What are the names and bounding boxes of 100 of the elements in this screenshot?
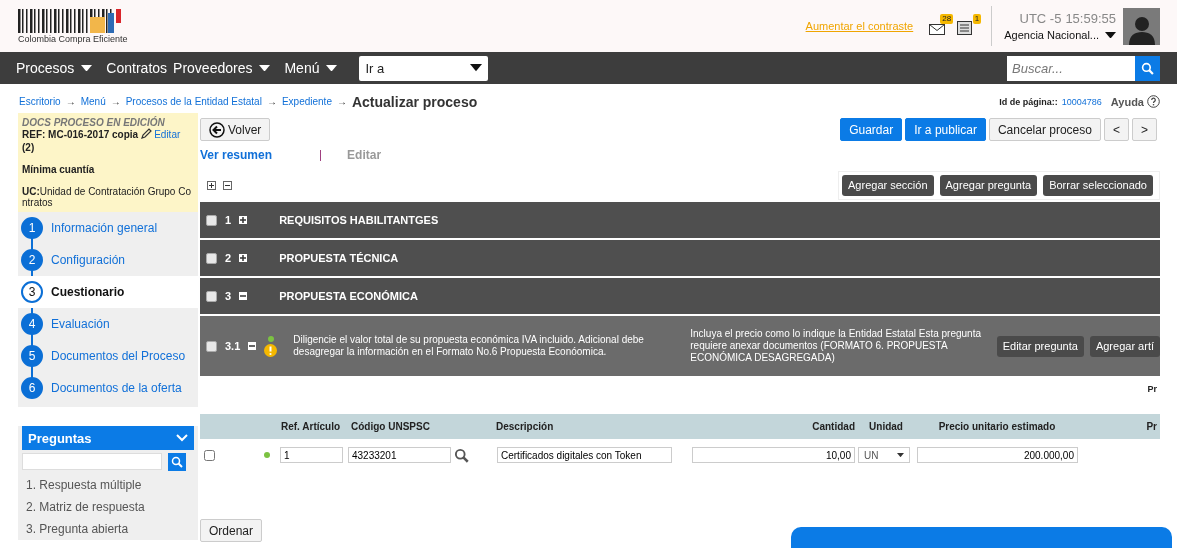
edit-link[interactable]: Editar [154,128,181,140]
step-number: 2 [21,249,43,271]
step-link[interactable]: 3 Cuestionario [18,276,198,308]
contracting-unit: UC:Unidad de Contratación Grupo Contratos [22,186,192,208]
reference-field[interactable]: 1 [280,447,343,463]
action-button[interactable]: > [1132,118,1157,141]
question-type-item[interactable]: 2. Matriz de respuesta [22,496,194,518]
column-header: Pr [1145,421,1158,432]
nav-menu-item[interactable]: Contratos [106,60,168,76]
collapse-all-icon[interactable] [223,180,232,190]
question-number: 3.1 [225,340,241,352]
nav-menu-item[interactable]: Procesos [16,60,93,76]
column-header: Ref. Artículo [280,421,342,432]
avatar-silhouette[interactable] [1123,7,1160,45]
toolbar-button[interactable]: Agregar pregunta [939,174,1038,196]
section-bar[interactable]: 2 PROPUESTA TÉCNICA [200,240,1160,276]
search-button[interactable] [1135,55,1160,81]
step-link[interactable]: 1 Información general [18,212,198,244]
unspsc-code-field[interactable]: 43233201 [348,447,451,463]
back-button[interactable]: Volver [200,118,271,141]
arrow-icon: → [336,96,347,107]
section-title: PROPUESTA ECONÓMICA [279,290,418,302]
agency-name[interactable]: Agencia Nacional... [1004,29,1099,41]
checkbox[interactable] [206,340,217,352]
step-number: 4 [21,313,43,335]
plus-icon[interactable] [239,254,248,262]
section-bar[interactable]: 3 PROPUESTA ECONÓMICA [200,278,1160,314]
questions-header[interactable]: Preguntas [22,426,194,450]
section-number: 1 [225,214,232,226]
logo-text: Colombia Compra Eficiente [18,33,128,44]
step-link[interactable]: 2 Configuración [18,244,198,276]
caret-icon [897,452,904,458]
help-link[interactable]: Ayuda [1110,95,1160,108]
newspaper-icon[interactable] [957,21,973,35]
step-number: 6 [21,377,43,399]
checkbox[interactable] [206,290,217,302]
order-button[interactable]: Ordenar [200,519,263,542]
page-id-value: 10004786 [1061,96,1102,107]
question-note: Incluya el precio como lo indique la Entidad Estatal Esta pregunta requiere anexar documentos (FORMATO 6. PROPUESTA ECONÓMICA DESAGREGADA) [690,328,982,364]
arrow-icon: → [65,96,76,107]
timezone-text: UTC -5 [1019,11,1062,26]
caret-icon [470,64,483,72]
plus-icon[interactable] [239,216,248,224]
section-number: 2 [225,252,232,264]
question-type-item[interactable]: 1. Respuesta múltiple [22,474,194,496]
view-tab[interactable]: Ver resumen [200,148,273,162]
arrow-icon: → [110,96,121,107]
caret-icon [259,64,271,72]
step-link[interactable]: 6 Documentos de la oferta [18,372,198,404]
toolbar-button[interactable]: Borrar seleccionado [1043,174,1153,196]
section-title: REQUISITOS HABILITANTGES [279,214,439,226]
breadcrumb-link[interactable]: Menú [80,96,106,107]
arrow-icon: → [266,96,277,107]
barcode-logo-icon [18,8,123,33]
search-icon [454,447,469,463]
step-link[interactable]: 5 Documentos del Proceso [18,340,198,372]
price-field[interactable]: 200.000,00 [917,447,1078,463]
warning-icon [264,343,278,357]
help-icon [1147,95,1160,108]
breadcrumb-link[interactable]: Procesos de la Entidad Estatal [125,96,262,107]
quantity-field[interactable]: 10,00 [692,447,855,463]
action-button[interactable]: Ir a publicar [905,118,986,141]
question-button[interactable]: Agregar artí [1089,335,1160,357]
cut-label: Pr [1147,384,1157,394]
action-button[interactable]: < [1103,118,1129,141]
nav-menu-item[interactable]: Menú [284,60,338,76]
action-button[interactable]: Guardar [840,118,903,141]
goto-dropdown[interactable]: Ir a [359,55,489,81]
step-link[interactable]: 4 Evaluación [18,308,198,340]
breadcrumb-link[interactable]: Expediente [281,96,332,107]
nav-menu-item[interactable]: Proveedores [173,60,271,76]
caret-icon [326,64,338,72]
toolbar-button[interactable]: Agregar sección [842,174,934,196]
description-field[interactable]: Certificados digitales con Token [497,447,672,463]
column-header: Precio unitario estimado [937,421,1057,432]
page-title: Actualizar proceso [351,93,478,110]
unit-dropdown[interactable]: UN [858,447,910,463]
section-bar[interactable]: 1 REQUISITOS HABILITANTGES [200,202,1160,238]
column-header: Código UNSPSC [350,421,431,432]
section-number: 3 [225,290,232,302]
questions-search-field[interactable] [22,453,162,470]
row-checkbox[interactable] [204,449,215,461]
expand-all-icon[interactable] [207,180,216,190]
checkbox[interactable] [206,252,217,264]
page-id-label: Id de página:: [999,96,1058,107]
minus-icon[interactable] [248,342,257,350]
search-icon [171,456,183,468]
step-number: 5 [21,345,43,367]
action-button[interactable]: Cancelar proceso [988,118,1101,141]
process-modality: Mínima cuantía [22,164,96,175]
chevron-icon [176,434,188,442]
question-button[interactable]: Editar pregunta [996,335,1084,357]
pencil-icon[interactable] [140,128,153,140]
minus-icon[interactable] [239,292,248,300]
search-field[interactable]: Buscar... [1007,55,1135,81]
breadcrumb-link[interactable]: Escritorio [19,96,61,107]
question-type-item[interactable]: 3. Pregunta abierta [22,518,194,540]
checkbox[interactable] [206,214,217,226]
column-header: Descripción [495,421,555,432]
envelope-icon[interactable] [929,24,946,35]
